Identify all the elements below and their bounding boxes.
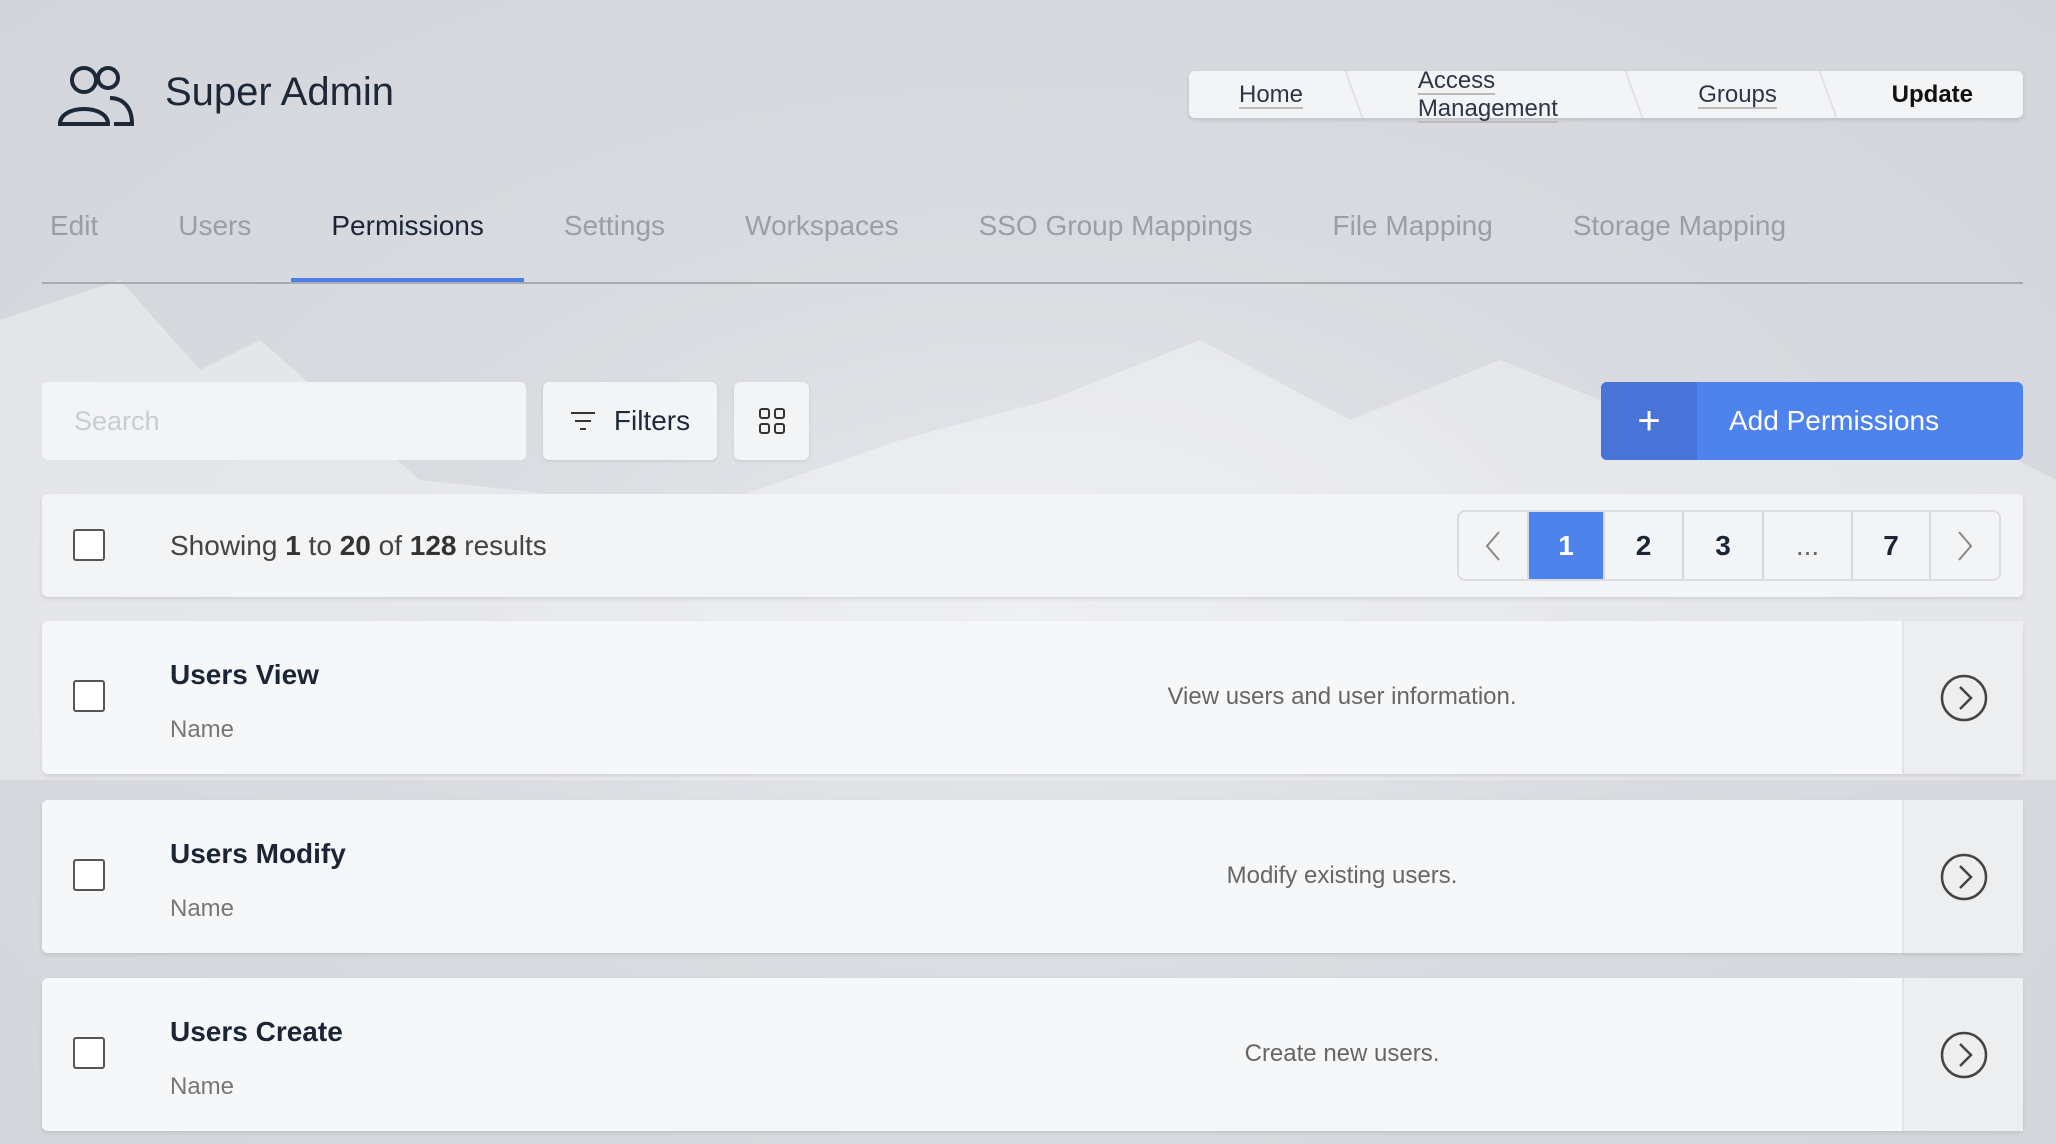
permission-subtitle: Name bbox=[170, 716, 235, 743]
results-bar: Showing 1 to 20 of 128 results 1 2 3 ...… bbox=[42, 494, 2023, 597]
breadcrumb-home[interactable]: Home bbox=[1189, 81, 1353, 109]
pagination: 1 2 3 ... 7 bbox=[1457, 510, 2001, 581]
page-7-button[interactable]: 7 bbox=[1853, 512, 1931, 579]
next-page-button[interactable] bbox=[1931, 512, 1999, 579]
filters-button[interactable]: Filters bbox=[543, 382, 717, 460]
users-group-icon bbox=[57, 64, 135, 131]
tab-users[interactable]: Users bbox=[138, 206, 291, 282]
permission-subtitle: Name bbox=[170, 895, 235, 922]
row-checkbox[interactable] bbox=[73, 680, 105, 712]
permission-row[interactable]: Users Modify Name Modify existing users. bbox=[42, 800, 2023, 953]
grid-view-button[interactable] bbox=[734, 382, 809, 460]
page-1-button[interactable]: 1 bbox=[1529, 512, 1605, 579]
breadcrumb-separator bbox=[1827, 71, 1842, 118]
row-checkbox[interactable] bbox=[73, 859, 105, 891]
add-permissions-label: Add Permissions bbox=[1729, 405, 1940, 436]
permission-description: Create new users. bbox=[1244, 1040, 1440, 1067]
tab-sso-group-mappings[interactable]: SSO Group Mappings bbox=[939, 206, 1293, 282]
chevron-circle-right-icon bbox=[1940, 853, 1987, 900]
tab-workspaces[interactable]: Workspaces bbox=[705, 206, 939, 282]
open-row-button[interactable] bbox=[1902, 978, 2023, 1131]
prev-page-button[interactable] bbox=[1459, 512, 1529, 579]
tab-edit[interactable]: Edit bbox=[42, 206, 138, 282]
open-row-button[interactable] bbox=[1902, 800, 2023, 953]
page-2-button[interactable]: 2 bbox=[1605, 512, 1684, 579]
page-ellipsis: ... bbox=[1764, 512, 1853, 579]
chevron-circle-right-icon bbox=[1940, 674, 1987, 721]
breadcrumb-separator bbox=[1353, 71, 1368, 118]
tab-file-mapping[interactable]: File Mapping bbox=[1293, 206, 1533, 282]
permission-row[interactable]: Users Create Name Create new users. bbox=[42, 978, 2023, 1131]
permission-title: Users Modify bbox=[170, 838, 346, 869]
tab-settings[interactable]: Settings bbox=[524, 206, 705, 282]
permission-description: View users and user information. bbox=[1167, 683, 1517, 710]
search-input[interactable] bbox=[42, 382, 526, 460]
permission-title: Users View bbox=[170, 659, 319, 690]
page-3-button[interactable]: 3 bbox=[1684, 512, 1764, 579]
breadcrumb-separator bbox=[1633, 71, 1648, 118]
permission-title: Users Create bbox=[170, 1016, 343, 1047]
select-all-checkbox[interactable] bbox=[73, 529, 105, 561]
chevron-left-icon bbox=[1485, 530, 1500, 561]
open-row-button[interactable] bbox=[1902, 621, 2023, 774]
add-permissions-button[interactable]: + Add Permissions bbox=[1601, 382, 2023, 460]
breadcrumb: Home Access Management Groups Update bbox=[1189, 67, 2023, 122]
tab-bar: Edit Users Permissions Settings Workspac… bbox=[42, 206, 2023, 284]
filter-icon bbox=[570, 412, 595, 430]
chevron-right-icon bbox=[1958, 530, 1973, 561]
permission-description: Modify existing users. bbox=[1226, 862, 1458, 889]
breadcrumb-access-management[interactable]: Access Management bbox=[1368, 67, 1634, 123]
permission-subtitle: Name bbox=[170, 1073, 235, 1100]
row-checkbox[interactable] bbox=[73, 1037, 105, 1069]
plus-icon: + bbox=[1601, 382, 1697, 460]
filters-label: Filters bbox=[613, 405, 691, 436]
permission-row[interactable]: Users View Name View users and user info… bbox=[42, 621, 2023, 774]
page-title: Super Admin bbox=[165, 70, 395, 114]
breadcrumb-groups[interactable]: Groups bbox=[1648, 81, 1827, 109]
results-summary: Showing 1 to 20 of 128 results bbox=[170, 530, 547, 561]
tab-permissions[interactable]: Permissions bbox=[291, 206, 524, 282]
breadcrumb-current: Update bbox=[1891, 80, 1974, 108]
tab-storage-mapping[interactable]: Storage Mapping bbox=[1533, 206, 1826, 282]
chevron-circle-right-icon bbox=[1940, 1031, 1987, 1078]
grid-icon bbox=[758, 408, 785, 434]
